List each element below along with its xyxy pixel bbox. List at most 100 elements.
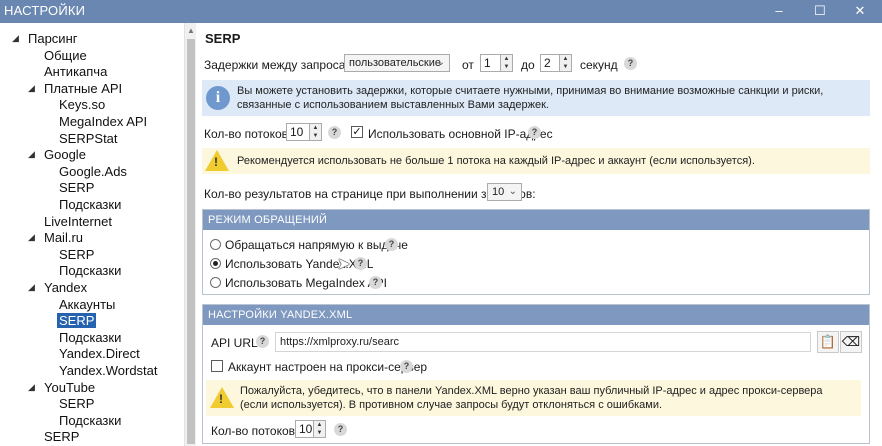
stepper-down-icon[interactable]: ▼ [501, 63, 512, 71]
proxy-checkbox[interactable] [211, 360, 223, 372]
xml-threads-stepper[interactable]: 10 ▲ ▼ [295, 420, 326, 438]
xml-threads-value: 10 [299, 422, 313, 436]
help-icon[interactable]: ? [354, 257, 367, 270]
stepper-up-icon[interactable]: ▲ [314, 421, 325, 429]
tree-item-mailru[interactable]: ◢ Mail.ru [28, 229, 85, 246]
tree-item-label: SERP [44, 429, 80, 445]
maximize-button[interactable]: ☐ [803, 0, 837, 23]
radio-yandex-xml-label[interactable]: Использовать Yandex.XML [225, 257, 373, 271]
tree-item-label: SERPStat [59, 130, 118, 146]
chevron-down-icon: ⌄ [508, 186, 517, 197]
tree-item-label: Парсинг [28, 31, 78, 46]
tree-item-mailru-hints[interactable]: Подсказки [57, 262, 123, 279]
help-icon[interactable]: ? [256, 335, 269, 348]
threads-label: Кол-во потоков: [204, 127, 292, 141]
stepper-down-icon[interactable]: ▼ [560, 63, 571, 71]
tree-item-yandex-wordstat[interactable]: Yandex.Wordstat [57, 362, 160, 379]
expand-arrow-icon[interactable]: ◢ [12, 30, 19, 47]
help-icon[interactable]: ? [385, 238, 398, 251]
api-url-input[interactable]: https://xmlproxy.ru/searc [275, 332, 811, 352]
delay-from-label: от [462, 58, 474, 72]
delay-unit-label: секунд [580, 58, 618, 72]
delay-from-stepper[interactable]: 1 ▲ ▼ [480, 54, 513, 72]
tree-item-serpstat[interactable]: SERPStat [57, 130, 120, 147]
tree-item-label: Yandex [44, 280, 88, 295]
use-main-ip-checkbox[interactable]: ✓ [351, 126, 363, 138]
tree-item-paid-api[interactable]: ◢ Платные API [28, 80, 124, 97]
tree-item-google-serp[interactable]: SERP [57, 179, 96, 196]
tree-scrollbar[interactable]: ▲ [184, 23, 196, 446]
minimize-button[interactable]: – [762, 0, 796, 23]
tree-item-google-ads[interactable]: Google.Ads [57, 163, 129, 180]
expand-arrow-icon[interactable]: ◢ [28, 279, 35, 296]
radio-direct[interactable] [210, 239, 221, 250]
expand-arrow-icon[interactable]: ◢ [28, 229, 35, 246]
radio-direct-label[interactable]: Обращаться напрямую к выдаче [225, 238, 408, 252]
tree-item-youtube-serp[interactable]: SERP [57, 395, 96, 412]
tree-item-google-hints[interactable]: Подсказки [57, 196, 123, 213]
threads-stepper[interactable]: 10 ▲ ▼ [286, 123, 322, 141]
expand-arrow-icon[interactable]: ◢ [28, 379, 35, 396]
paste-icon[interactable]: 📋 [817, 331, 839, 353]
info-box: i Вы можете установить задержки, которые… [202, 80, 870, 116]
help-icon[interactable]: ? [369, 276, 382, 289]
tree-item-youtube[interactable]: ◢ YouTube [28, 379, 97, 396]
tree-item-yandex-accounts[interactable]: Аккаунты [57, 296, 117, 313]
settings-panel: SERP Задержки между запросами: пользоват… [197, 23, 882, 446]
tree-item-label: Keys.so [59, 97, 106, 113]
tree-item-yandex-serp[interactable]: SERP [57, 312, 97, 329]
stepper-down-icon[interactable]: ▼ [314, 429, 325, 437]
delay-to-stepper[interactable]: 2 ▲ ▼ [540, 54, 572, 72]
tree-item-anticaptcha[interactable]: Антикапча [42, 63, 109, 80]
stepper-up-icon[interactable]: ▲ [501, 55, 512, 63]
tree-item-general[interactable]: Общие [42, 47, 89, 64]
stepper-down-icon[interactable]: ▼ [310, 132, 321, 140]
stepper-up-icon[interactable]: ▲ [560, 55, 571, 63]
tree-item-label: SERP [59, 396, 95, 412]
tree-item-mailru-serp[interactable]: SERP [57, 246, 96, 263]
eraser-icon[interactable]: ⌫ [840, 331, 862, 353]
tree-item-keysso[interactable]: Keys.so [57, 96, 107, 113]
tree-item-youtube-hints[interactable]: Подсказки [57, 412, 123, 429]
yandex-xml-warning-text: Пожалуйста, убедитесь, что в панели Yand… [240, 385, 823, 411]
title-bar: НАСТРОЙКИ – ☐ ✕ [0, 0, 882, 23]
expand-arrow-icon[interactable]: ◢ [28, 146, 35, 163]
proxy-label: Аккаунт настроен на прокси-сервер [228, 360, 428, 374]
tree-item-label: Подсказки [59, 329, 122, 345]
api-url-label: API URL: [211, 336, 262, 350]
yandex-xml-group: НАСТРОЙКИ YANDEX.XML API URL: ? https://… [202, 304, 870, 444]
results-select[interactable]: 10 ⌄ [487, 183, 522, 201]
stepper-up-icon[interactable]: ▲ [310, 124, 321, 132]
tree-item-parsing[interactable]: ◢ Парсинг [12, 30, 80, 47]
close-button[interactable]: ✕ [843, 0, 877, 23]
tree-item-label: LiveInternet [44, 213, 112, 229]
help-icon[interactable]: ? [624, 57, 637, 70]
tree-item-label: SERP [59, 180, 95, 196]
radio-megaindex-label[interactable]: Использовать MegaIndex API [225, 276, 387, 290]
xml-threads-label: Кол-во потоков: [211, 424, 299, 438]
help-icon[interactable]: ? [328, 126, 341, 139]
results-value: 10 [492, 186, 505, 198]
tree-item-yandex-direct[interactable]: Yandex.Direct [57, 345, 142, 362]
delay-mode-select[interactable]: пользовательские ⌄ [344, 54, 450, 72]
help-icon[interactable]: ? [400, 360, 413, 373]
scroll-up-arrow-icon[interactable]: ▲ [187, 26, 195, 35]
radio-megaindex[interactable] [210, 277, 221, 288]
tree-item-liveinternet[interactable]: LiveInternet [42, 213, 114, 230]
help-icon[interactable]: ? [528, 126, 541, 139]
tree-item-megaindex-api[interactable]: MegaIndex API [57, 113, 149, 130]
expand-arrow-icon[interactable]: ◢ [28, 80, 35, 97]
window-title: НАСТРОЙКИ [4, 3, 86, 18]
threads-value: 10 [290, 125, 304, 139]
radio-yandex-xml[interactable] [210, 258, 221, 269]
tree-item-google[interactable]: ◢ Google [28, 146, 88, 163]
scrollbar-thumb[interactable] [187, 39, 195, 444]
request-mode-title: РЕЖИМ ОБРАЩЕНИЙ [203, 210, 869, 230]
tree-item-serp[interactable]: SERP [42, 428, 81, 445]
tree-item-yandex-hints[interactable]: Подсказки [57, 329, 123, 346]
tree-item-label: YouTube [44, 379, 96, 395]
tree-item-label: Общие [44, 47, 87, 63]
chevron-down-icon: ⌄ [436, 57, 445, 68]
tree-item-yandex[interactable]: ◢ Yandex [28, 279, 89, 296]
help-icon[interactable]: ? [334, 423, 347, 436]
